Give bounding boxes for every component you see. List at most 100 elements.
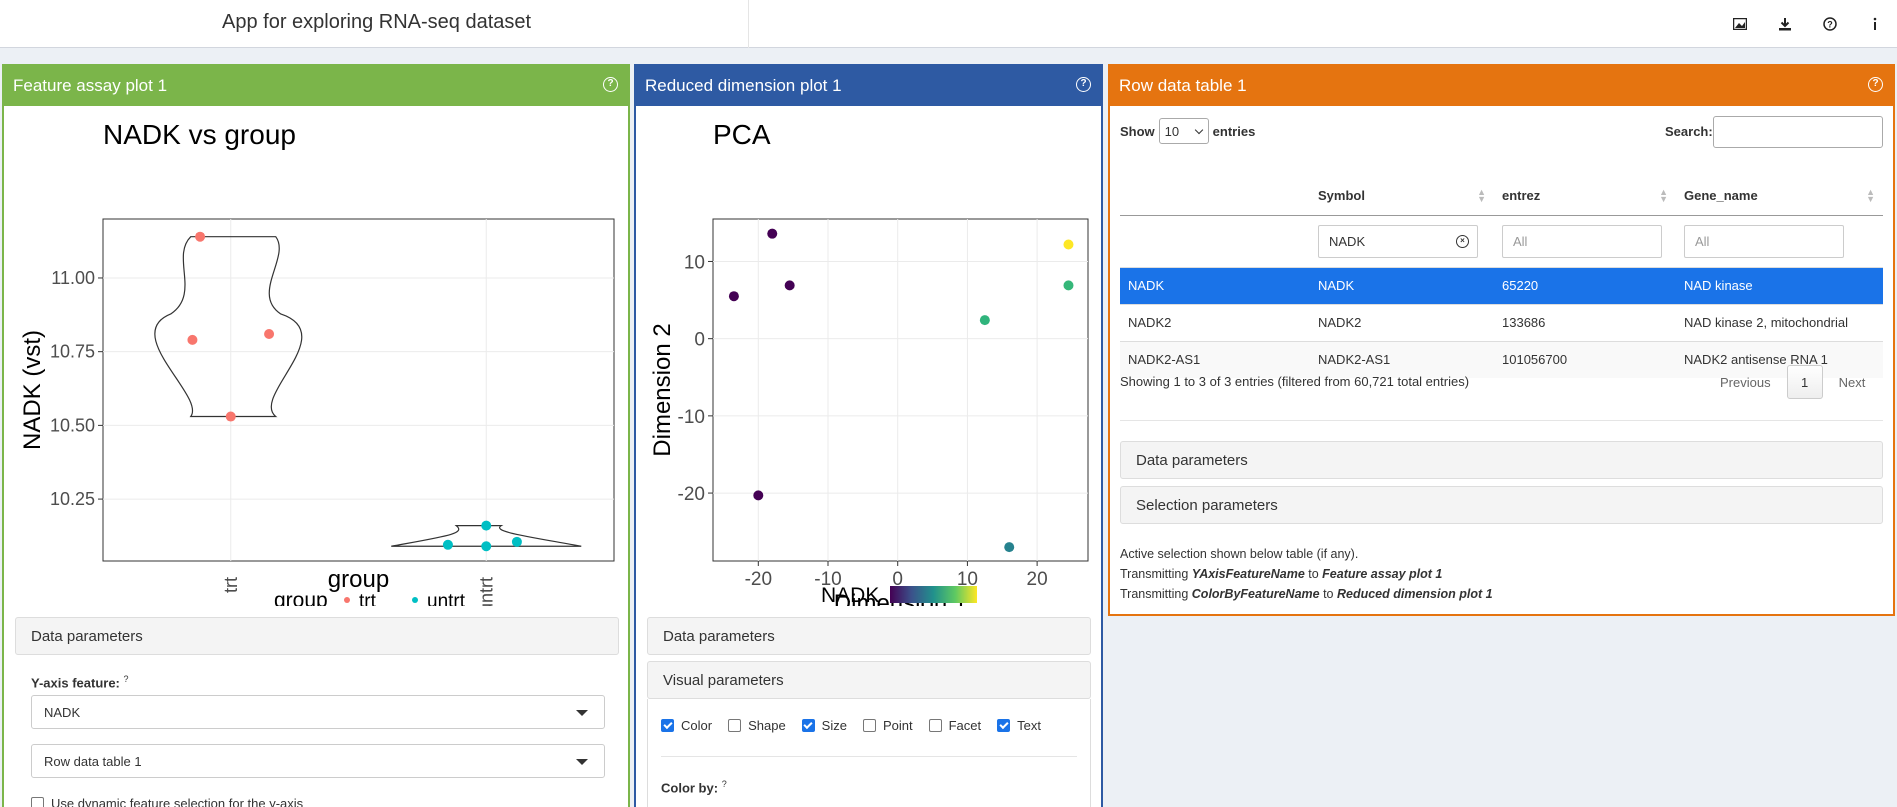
search-input[interactable] xyxy=(1713,116,1883,148)
panel-label: Selection parameters xyxy=(1136,496,1278,514)
panel-title: Reduced dimension plot 1 xyxy=(645,76,842,95)
source-panel-select[interactable]: Row data table 1 xyxy=(31,744,605,778)
note-text: to xyxy=(1319,587,1337,601)
y-axis-feature-label: Y-axis feature: ? xyxy=(31,674,129,690)
row-name-cell: NADK2-AS1 xyxy=(1120,340,1310,378)
filter-row: NADK × All All xyxy=(1120,215,1883,267)
checkbox-text[interactable]: Text xyxy=(997,718,1041,733)
checkbox-size[interactable]: Size xyxy=(801,718,847,733)
sort-icon: ▲ ▼ xyxy=(1866,187,1875,204)
active-selection-note: Active selection shown below table (if a… xyxy=(1120,547,1359,561)
visual-parameters-panel[interactable]: Visual parameters xyxy=(647,661,1091,699)
checkbox[interactable] xyxy=(801,719,815,732)
pagination: Previous 1 Next xyxy=(1720,365,1865,399)
help-marker[interactable]: ? xyxy=(722,779,727,789)
data-parameters-panel[interactable]: Data parameters xyxy=(1120,441,1883,479)
x-tick-label: trt xyxy=(221,577,241,593)
column-header-rowname[interactable] xyxy=(1120,176,1310,216)
entrez-cell: 133686 xyxy=(1494,303,1676,341)
row-data-table-header: Row data table 1 ? xyxy=(1110,66,1893,106)
info-icon[interactable] xyxy=(1852,0,1897,48)
note-target: Reduced dimension plot 1 xyxy=(1336,587,1493,601)
checkbox[interactable] xyxy=(728,719,742,732)
table-row[interactable]: NADK NADK 65220 NAD kinase xyxy=(1120,266,1883,304)
legend-key xyxy=(344,597,350,603)
symbol-filter-input[interactable]: NADK × xyxy=(1318,224,1478,258)
column-header-entrez[interactable]: entrez ▲ ▼ xyxy=(1494,176,1676,216)
dynamic-selection-checkbox[interactable]: Use dynamic feature selection for the y-… xyxy=(31,796,303,807)
checkbox[interactable] xyxy=(928,719,942,732)
selection-parameters-panel[interactable]: Selection parameters xyxy=(1120,486,1883,524)
data-point xyxy=(187,334,198,345)
filter-cell: NADK × xyxy=(1310,215,1494,267)
entries-value: 10 xyxy=(1164,123,1180,139)
app-title: App for exploring RNA-seq dataset xyxy=(222,11,532,33)
note-text: Transmitting xyxy=(1120,567,1192,581)
data-parameters-panel[interactable]: Data parameters xyxy=(15,617,619,655)
legend-label: untrt xyxy=(427,591,466,606)
sort-icon: ▲ ▼ xyxy=(1477,187,1486,204)
checkbox-point[interactable]: Point xyxy=(862,718,913,733)
chevron-down-icon xyxy=(1194,125,1203,135)
transmit-note-1: Transmitting YAxisFeatureName to Feature… xyxy=(1120,567,1442,581)
page-button[interactable]: 1 xyxy=(1786,365,1823,399)
checkbox-label: Shape xyxy=(748,718,786,733)
svg-text:?: ? xyxy=(1827,20,1833,30)
download-icon[interactable] xyxy=(1762,0,1807,48)
checkbox[interactable] xyxy=(997,719,1011,732)
help-icon[interactable]: ? xyxy=(1807,0,1852,48)
header-label: Gene_name xyxy=(1684,187,1758,203)
color-scale-bar xyxy=(890,586,977,603)
checkbox-color[interactable]: Color xyxy=(661,718,712,733)
checkbox-label: Size xyxy=(821,718,847,733)
checkbox-label: Color xyxy=(681,718,713,733)
checkbox[interactable] xyxy=(862,719,876,732)
image-export-icon[interactable] xyxy=(1717,0,1762,48)
symbol-cell: NADK2 xyxy=(1310,303,1494,341)
caret-down-icon xyxy=(576,710,588,716)
sort-icon: ▲ ▼ xyxy=(1659,187,1668,204)
column-header-gene-name[interactable]: Gene_name ▲ ▼ xyxy=(1676,176,1883,216)
show-label: Show xyxy=(1120,123,1155,139)
feature-assay-panel: Feature assay plot 1 ? 10.25 10.50 10.75 11… xyxy=(2,64,630,807)
entries-select[interactable]: 10 xyxy=(1158,118,1209,144)
pca-plot[interactable]: -20-1001020-20-10010PCADimension 1Dimens… xyxy=(636,106,1101,606)
previous-button[interactable]: Previous xyxy=(1720,375,1771,390)
entrez-filter-input[interactable]: All xyxy=(1502,224,1662,258)
column-header-symbol[interactable]: Symbol ▲ ▼ xyxy=(1310,176,1494,216)
table-row[interactable]: NADK2 NADK2 133686 NAD kinase 2, mitochondr… xyxy=(1120,303,1883,341)
row-name-cell: NADK xyxy=(1120,266,1310,304)
y-tick-label: -20 xyxy=(678,484,705,505)
help-icon[interactable]: ? xyxy=(603,77,618,92)
violin-plot[interactable]: 10.25 10.50 10.75 11.00 trt untrt NADK vs grou… xyxy=(4,106,628,606)
next-button[interactable]: Next xyxy=(1839,375,1866,390)
y-axis-feature-select[interactable]: NADK xyxy=(31,695,605,729)
clear-filter-icon[interactable]: × xyxy=(1456,234,1469,248)
panel-label: Data parameters xyxy=(1136,451,1248,469)
checkbox-label: Use dynamic feature selection for the y-… xyxy=(51,796,304,807)
help-icon[interactable]: ? xyxy=(1076,77,1091,92)
data-parameters-panel[interactable]: Data parameters xyxy=(647,617,1091,655)
y-tick-label: 10.50 xyxy=(50,415,95,435)
divider xyxy=(661,756,1077,757)
table-info: Showing 1 to 3 of 3 entries (filtered fr… xyxy=(1120,374,1470,389)
header-icons: ? xyxy=(1717,0,1897,48)
plot-area xyxy=(102,218,615,562)
caret-down-icon xyxy=(576,759,588,765)
data-point xyxy=(1063,239,1074,250)
data-point xyxy=(728,291,739,302)
checkbox[interactable] xyxy=(31,797,44,807)
data-point xyxy=(1063,280,1074,291)
y-tick-label: 11.00 xyxy=(51,268,95,288)
legend-key xyxy=(412,597,418,603)
checkbox[interactable] xyxy=(661,719,674,732)
checkbox-shape[interactable]: Shape xyxy=(728,718,786,733)
gene-name-filter-input[interactable]: All xyxy=(1684,224,1844,258)
gene-name-cell: NAD kinase 2, mitochondrial xyxy=(1676,303,1883,341)
data-point xyxy=(753,490,764,501)
help-icon[interactable]: ? xyxy=(1868,77,1883,92)
color-by-label: Color by: ? xyxy=(661,779,727,795)
checkbox-facet[interactable]: Facet xyxy=(928,718,981,733)
x-tick-label: untrt xyxy=(476,577,496,606)
help-marker[interactable]: ? xyxy=(124,674,129,684)
